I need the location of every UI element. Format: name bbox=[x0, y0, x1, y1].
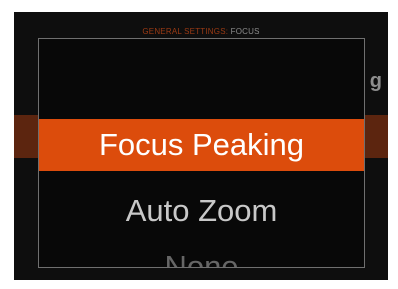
option-focus-peaking[interactable]: Focus Peaking bbox=[39, 119, 364, 171]
option-none[interactable]: None bbox=[39, 243, 364, 267]
focus-options-popup: Focus Peaking Auto Zoom None bbox=[38, 38, 365, 268]
option-auto-zoom[interactable]: Auto Zoom bbox=[39, 187, 364, 235]
breadcrumb-current: FOCUS bbox=[230, 27, 260, 36]
camera-screen: GENERAL SETTINGS: FOCUS g Focus Peaking … bbox=[14, 12, 388, 280]
background-setting-label: g bbox=[369, 70, 382, 92]
breadcrumb-section: GENERAL SETTINGS: bbox=[142, 27, 229, 36]
menu-breadcrumb: GENERAL SETTINGS: FOCUS bbox=[14, 27, 388, 36]
